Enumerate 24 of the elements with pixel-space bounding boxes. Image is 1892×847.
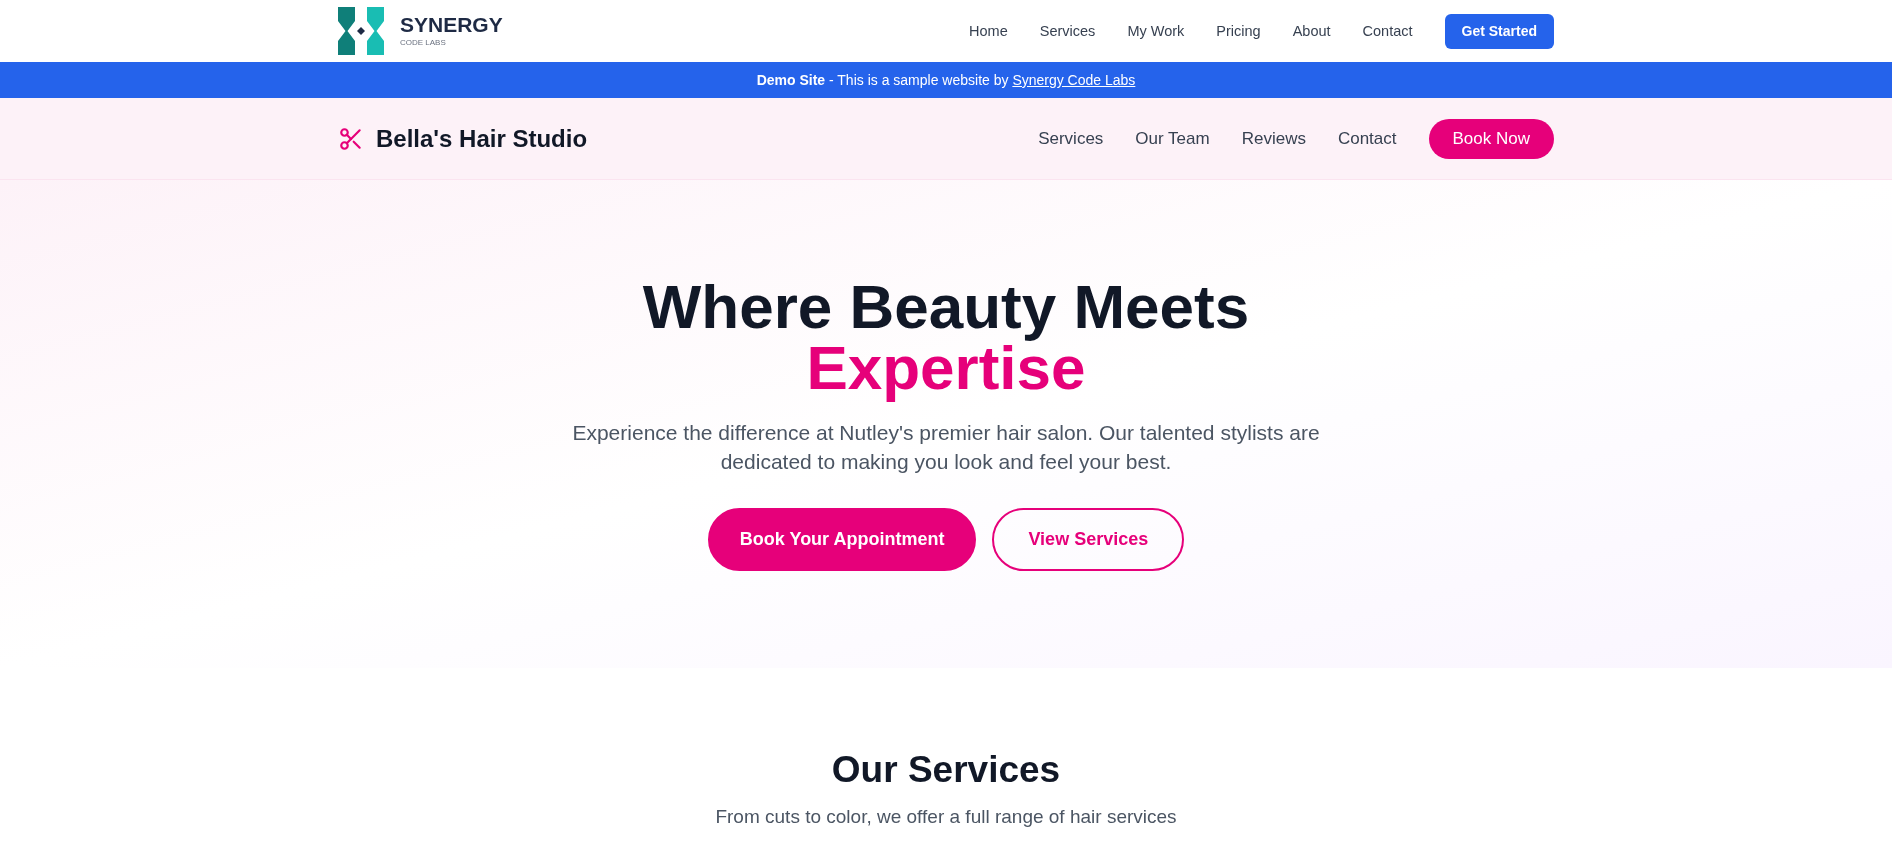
nav-link[interactable]: Reviews [1241,128,1306,149]
cta-button[interactable]: Book Your Appointment [707,508,977,571]
nav-link[interactable]: About [1292,23,1331,39]
nav-link[interactable]: My Work [1127,23,1185,39]
section-title: Our Services [831,750,1061,790]
logo-icon [338,7,384,55]
get-started-button[interactable]: Get Started [1444,13,1554,49]
brand-name: SYNERGY [400,14,503,36]
banner-link[interactable]: Synergy Code Labs [1012,72,1136,88]
nav-link[interactable]: Contact [1362,23,1413,39]
nav-link[interactable]: Contact [1337,128,1397,149]
nav-link[interactable]: Services [1039,23,1096,39]
scissors-icon [338,125,364,152]
nav-link[interactable]: Services [1038,128,1104,149]
nav-link[interactable]: Pricing [1216,23,1261,39]
nav-link[interactable]: Our Team [1135,128,1210,149]
hero-subtitle: Experience the difference at Nutley's premier hair salon. Our talented stylists are dedicated to making you look and feel your best. [571,420,1321,475]
cta-button[interactable]: View Services [992,508,1185,571]
nav-link[interactable]: Home [969,23,1008,39]
banner-text: Demo Site - This is a sample website by Synergy Code Labs [756,71,1136,90]
book-now-button[interactable]: Book Now [1428,118,1554,159]
section-subtitle: From cuts to color, we offer a full range of hair services [715,805,1177,829]
salon-name[interactable]: Bella's Hair Studio [376,124,588,153]
brand-tagline: CODE LABS [400,38,446,48]
